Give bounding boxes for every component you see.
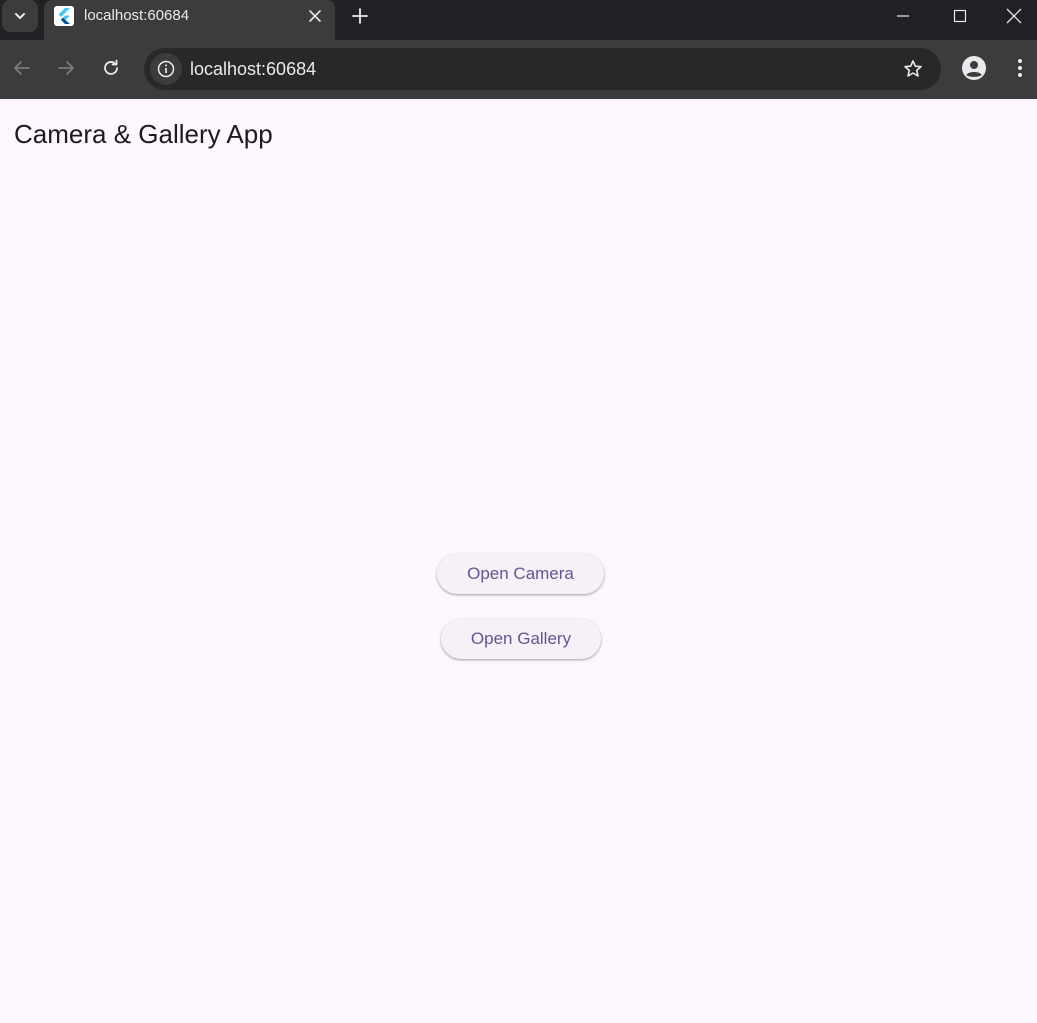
- arrow-right-icon: [58, 61, 74, 75]
- tab-title: localhost:60684: [84, 7, 190, 24]
- more-vertical-icon: [1018, 59, 1022, 77]
- close-icon: [309, 10, 321, 22]
- bookmark-button[interactable]: [901, 57, 925, 81]
- page-title: Camera & Gallery App: [14, 119, 273, 149]
- browser-title-bar: localhost:60684: [0, 0, 1037, 40]
- back-button[interactable]: [8, 54, 36, 82]
- open-camera-button[interactable]: Open Camera: [437, 554, 604, 594]
- forward-button[interactable]: [52, 54, 80, 82]
- browser-tab[interactable]: localhost:60684: [44, 0, 335, 40]
- chevron-down-icon: [15, 13, 25, 19]
- close-icon: [1006, 8, 1022, 24]
- address-bar[interactable]: localhost:60684: [144, 48, 941, 90]
- info-icon: [157, 60, 175, 78]
- url-text: localhost:60684: [190, 59, 317, 79]
- plus-icon: [352, 8, 368, 24]
- browser-toolbar: localhost:60684: [0, 40, 1037, 99]
- arrow-left-icon: [14, 61, 30, 75]
- window-close-button[interactable]: [991, 0, 1037, 32]
- tab-search-button[interactable]: [2, 0, 38, 32]
- tab-close-button[interactable]: [304, 5, 326, 27]
- star-icon: [904, 60, 922, 77]
- minimize-button[interactable]: [880, 0, 926, 32]
- open-gallery-button[interactable]: Open Gallery: [441, 619, 601, 659]
- new-tab-button[interactable]: [348, 4, 372, 28]
- reload-icon: [104, 59, 118, 75]
- browser-menu-button[interactable]: [1008, 56, 1032, 80]
- site-info-button[interactable]: [150, 53, 182, 85]
- maximize-icon: [953, 9, 967, 23]
- profile-button[interactable]: [962, 56, 986, 80]
- avatar-icon: [962, 56, 986, 80]
- maximize-button[interactable]: [937, 0, 983, 32]
- minimize-icon: [897, 15, 909, 17]
- app-page: Camera & Gallery App Open Camera Open Ga…: [0, 99, 1037, 1023]
- flutter-favicon-icon: [54, 6, 74, 26]
- reload-button[interactable]: [97, 54, 125, 82]
